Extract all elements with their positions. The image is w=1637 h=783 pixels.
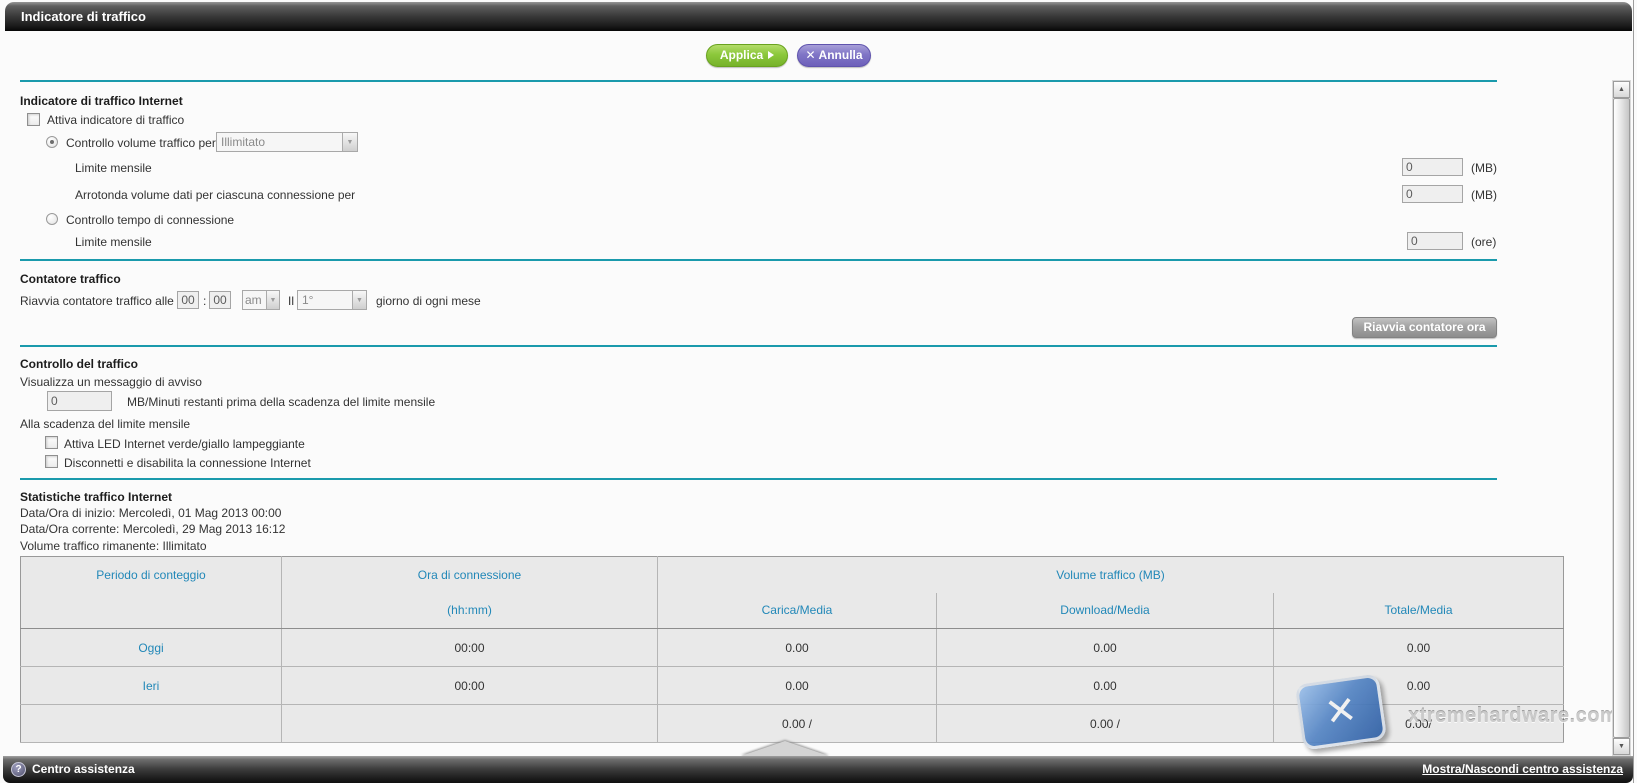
connection-time-cell [282, 705, 658, 743]
monthly-limit-unit: (MB) [1471, 161, 1497, 175]
traffic-meter-heading: Indicatore di traffico Internet [20, 94, 183, 108]
time-control-label: Controllo tempo di connessione [66, 213, 234, 227]
window-right-border [1633, 0, 1634, 783]
day-prefix-label: Il [288, 294, 294, 308]
time-separator: : [203, 294, 206, 308]
scrollbar-thumb[interactable] [1613, 98, 1630, 738]
column-subheader-empty [21, 593, 282, 629]
chevron-down-icon[interactable]: ▼ [266, 291, 279, 309]
help-panel-expand-arrow[interactable] [741, 741, 829, 756]
section-divider [20, 259, 1497, 261]
restart-minute-input[interactable] [209, 291, 231, 309]
help-icon: ? [11, 762, 26, 777]
total-cell: 0.00 [1274, 667, 1564, 705]
toggle-help-center-link[interactable]: Mostra/Nascondi centro assistenza [1422, 762, 1623, 776]
column-subheader-upload: Carica/Media [658, 593, 937, 629]
limit-expiry-intro: Alla scadenza del limite mensile [20, 417, 190, 431]
blink-led-checkbox[interactable] [45, 436, 58, 449]
cancel-button[interactable]: ✕ Annulla [797, 44, 871, 67]
column-header-connection-time: Ora di connessione [282, 557, 658, 593]
chevron-down-icon[interactable]: ▼ [352, 291, 366, 309]
cancel-button-label: Annulla [819, 48, 863, 62]
warning-message-intro: Visualizza un messaggio di avviso [20, 375, 202, 389]
column-subheader-hhmm: (hh:mm) [282, 593, 658, 629]
restart-counter-now-button[interactable]: Riavvia contatore ora [1352, 317, 1497, 338]
section-divider [20, 478, 1497, 480]
time-limit-input[interactable] [1407, 232, 1463, 250]
total-cell: 0.00 [1274, 629, 1564, 667]
volume-limit-select-value: Illimitato [217, 133, 342, 151]
volume-control-label: Controllo volume traffico per [66, 136, 216, 150]
help-footer-bar: ? Centro assistenza Mostra/Nascondi cent… [3, 756, 1633, 783]
connection-time-cell: 00:00 [282, 667, 658, 705]
traffic-control-heading: Controllo del traffico [20, 357, 138, 371]
volume-control-radio[interactable] [46, 136, 58, 148]
start-datetime: Data/Ora di inizio: Mercoledì, 01 Mag 20… [20, 506, 281, 520]
disconnect-label: Disconnetti e disabilita la connessione … [64, 456, 311, 470]
table-row-partial: 0.00 / 0.00 / 0.00/ [21, 705, 1564, 743]
scroll-down-button[interactable]: ▼ [1613, 738, 1630, 755]
enable-traffic-meter-checkbox[interactable] [27, 113, 40, 126]
page-title-bar: Indicatore di traffico [5, 2, 1632, 31]
scroll-up-button[interactable]: ▲ [1613, 81, 1630, 98]
download-cell: 0.00 [937, 667, 1274, 705]
disconnect-checkbox[interactable] [45, 455, 58, 468]
restart-counter-suffix: giorno di ogni mese [376, 294, 481, 308]
monthly-limit-label: Limite mensile [75, 161, 152, 175]
meridiem-select-value: am [243, 291, 266, 309]
column-header-traffic-volume: Volume traffico (MB) [658, 557, 1564, 593]
enable-traffic-meter-label: Attiva indicatore di traffico [47, 113, 184, 127]
warning-threshold-suffix: MB/Minuti restanti prima della scadenza … [127, 395, 435, 409]
round-volume-unit: (MB) [1471, 188, 1497, 202]
apply-arrow-icon [768, 51, 774, 59]
upload-cell: 0.00 [658, 667, 937, 705]
traffic-counter-heading: Contatore traffico [20, 272, 121, 286]
time-limit-unit: (ore) [1471, 235, 1496, 249]
download-cell: 0.00 / [937, 705, 1274, 743]
apply-button[interactable]: Applica [706, 44, 788, 67]
statistics-table-container: Periodo di conteggio Ora di connessione … [20, 556, 1565, 747]
warning-threshold-input[interactable] [47, 391, 112, 411]
connection-time-cell: 00:00 [282, 629, 658, 667]
round-volume-label: Arrotonda volume dati per ciascuna conne… [75, 188, 355, 202]
apply-button-label: Applica [720, 48, 763, 62]
blink-led-label: Attiva LED Internet verde/giallo lampegg… [64, 437, 305, 451]
upload-cell: 0.00 [658, 629, 937, 667]
day-of-month-select[interactable]: 1° ▼ [297, 290, 367, 310]
column-header-period: Periodo di conteggio [21, 557, 282, 593]
table-row-today: Oggi 00:00 0.00 0.00 0.00 [21, 629, 1564, 667]
vertical-scrollbar[interactable]: ▲ ▼ [1612, 80, 1631, 756]
upload-cell: 0.00 / [658, 705, 937, 743]
volume-limit-select[interactable]: Illimitato ▼ [216, 132, 358, 152]
meridiem-select[interactable]: am ▼ [242, 290, 280, 310]
current-datetime: Data/Ora corrente: Mercoledì, 29 Mag 201… [20, 522, 285, 536]
monthly-limit-input[interactable] [1402, 158, 1463, 176]
internet-statistics-heading: Statistiche traffico Internet [20, 490, 172, 504]
page-title: Indicatore di traffico [21, 9, 146, 24]
day-of-month-select-value: 1° [298, 291, 352, 309]
download-cell: 0.00 [937, 629, 1274, 667]
period-link[interactable] [21, 705, 282, 743]
restart-counter-prefix: Riavvia contatore traffico alle [20, 294, 174, 308]
remaining-volume: Volume traffico rimanente: Illimitato [20, 539, 207, 553]
total-cell: 0.00/ [1274, 705, 1564, 743]
time-limit-label: Limite mensile [75, 235, 152, 249]
column-subheader-total: Totale/Media [1274, 593, 1564, 629]
section-divider [20, 345, 1497, 347]
round-volume-input[interactable] [1402, 185, 1463, 203]
restart-hour-input[interactable] [177, 291, 199, 309]
table-row-yesterday: Ieri 00:00 0.00 0.00 0.00 [21, 667, 1564, 705]
time-control-radio[interactable] [46, 213, 58, 225]
router-admin-page: Indicatore di traffico Applica ✕Annulla … [0, 0, 1637, 783]
cancel-x-icon: ✕ [805, 48, 815, 62]
help-center-label: Centro assistenza [32, 762, 135, 776]
statistics-table: Periodo di conteggio Ora di connessione … [20, 556, 1564, 743]
chevron-down-icon[interactable]: ▼ [342, 133, 357, 151]
period-link[interactable]: Ieri [21, 667, 282, 705]
section-divider [20, 80, 1497, 82]
column-subheader-download: Download/Media [937, 593, 1274, 629]
period-link[interactable]: Oggi [21, 629, 282, 667]
